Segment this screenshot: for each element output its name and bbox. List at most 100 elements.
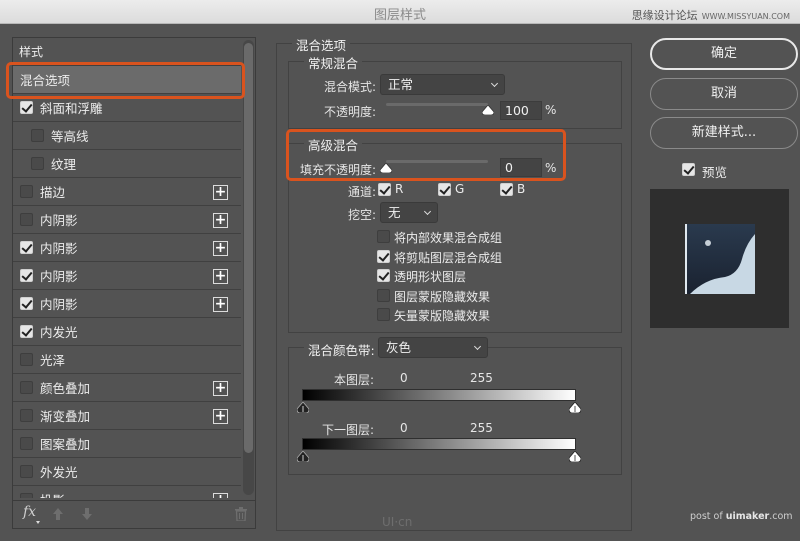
- opacity-label: 不透明度:: [323, 105, 376, 119]
- opacity-input[interactable]: 100: [500, 101, 542, 120]
- blend-mode-label: 混合模式:: [323, 80, 376, 94]
- add-effect-plus-icon[interactable]: +: [213, 297, 228, 312]
- knockout-select[interactable]: 无: [380, 202, 438, 223]
- style-item[interactable]: 图案叠加: [13, 430, 241, 458]
- style-item-checkbox[interactable]: [20, 101, 33, 114]
- underlying-layer-min: 0: [400, 421, 408, 435]
- fx-menu-button[interactable]: fx: [23, 504, 36, 520]
- style-item[interactable]: 外发光: [13, 458, 241, 486]
- style-item-label: 光泽: [40, 353, 66, 368]
- add-effect-plus-icon[interactable]: +: [213, 381, 228, 396]
- style-item[interactable]: 光泽: [13, 346, 241, 374]
- this-layer-min: 0: [400, 371, 408, 385]
- style-item-checkbox[interactable]: [20, 437, 33, 450]
- general-blending-title: 常规混合: [304, 53, 363, 72]
- style-item-checkbox[interactable]: [20, 493, 33, 498]
- blend-mode-value: 正常: [388, 77, 414, 92]
- this-layer-gradient: [302, 389, 576, 401]
- style-item[interactable]: 纹理: [13, 150, 241, 178]
- channel-r-checkbox[interactable]: [378, 183, 391, 196]
- add-effect-plus-icon[interactable]: +: [213, 241, 228, 256]
- underlying-white-slider[interactable]: [569, 451, 581, 462]
- style-item[interactable]: 内发光: [13, 318, 241, 346]
- channel-b-checkbox[interactable]: [500, 183, 513, 196]
- fill-opacity-slider-thumb[interactable]: [380, 163, 392, 173]
- styles-header-label: 样式: [19, 45, 44, 59]
- style-item-label: 描边: [40, 185, 66, 200]
- advanced-option-checkbox[interactable]: [377, 269, 390, 282]
- style-item-label: 纹理: [51, 157, 77, 172]
- ok-button[interactable]: 确定: [650, 38, 798, 70]
- advanced-option-checkbox[interactable]: [377, 308, 390, 321]
- this-layer-black-slider[interactable]: [297, 402, 309, 413]
- advanced-option-checkbox[interactable]: [377, 288, 390, 302]
- opacity-slider-track[interactable]: [386, 103, 488, 106]
- add-effect-plus-icon[interactable]: +: [213, 269, 228, 284]
- add-effect-plus-icon[interactable]: +: [213, 493, 228, 498]
- advanced-option-label: 将剪贴图层混合成组: [394, 250, 503, 265]
- add-effect-plus-icon[interactable]: +: [213, 409, 228, 424]
- style-item[interactable]: 渐变叠加 +: [13, 402, 241, 430]
- styles-scrollbar[interactable]: [243, 40, 254, 495]
- style-item-label: 内阴影: [40, 213, 78, 228]
- advanced-option-label: 图层蒙版隐藏效果: [394, 289, 491, 304]
- style-item-checkbox[interactable]: [20, 241, 33, 254]
- channel-label: R: [395, 182, 404, 196]
- style-item[interactable]: 内阴影 +: [13, 290, 241, 318]
- add-effect-plus-icon[interactable]: +: [213, 185, 228, 200]
- style-item-label: 内阴影: [40, 297, 78, 312]
- underlying-black-slider[interactable]: [297, 451, 309, 462]
- style-item-checkbox[interactable]: [20, 269, 33, 282]
- fill-opacity-slider-track[interactable]: [386, 160, 488, 163]
- opacity-slider-thumb[interactable]: [482, 105, 494, 115]
- scrollbar-thumb[interactable]: [244, 43, 253, 453]
- style-item-checkbox[interactable]: [20, 381, 33, 394]
- cancel-button[interactable]: 取消: [650, 78, 798, 110]
- style-item[interactable]: 描边 +: [13, 178, 241, 206]
- move-down-icon[interactable]: [82, 508, 92, 520]
- site-watermark: 思缘设计论坛 WWW.MISSYUAN.COM: [632, 7, 790, 23]
- site-watermark-url: WWW.MISSYUAN.COM: [701, 12, 790, 21]
- style-item-label: 内发光: [40, 325, 78, 340]
- style-item-checkbox[interactable]: [31, 157, 44, 170]
- style-item-checkbox[interactable]: [20, 353, 33, 366]
- this-layer-label: 本图层:: [333, 373, 374, 387]
- blend-if-label: 混合颜色带:: [304, 340, 379, 359]
- channel-g-checkbox[interactable]: [438, 183, 451, 196]
- style-item[interactable]: 投影 +: [13, 486, 241, 498]
- new-style-button[interactable]: 新建样式...: [650, 117, 798, 149]
- style-item[interactable]: 等高线: [13, 122, 241, 150]
- style-item-label: 内阴影: [40, 269, 78, 284]
- preview-checkbox[interactable]: [682, 163, 695, 176]
- style-item[interactable]: 斜面和浮雕: [13, 94, 241, 122]
- move-up-icon[interactable]: [53, 508, 63, 520]
- style-item[interactable]: 内阴影 +: [13, 206, 241, 234]
- style-item[interactable]: 内阴影 +: [13, 262, 241, 290]
- blend-mode-select[interactable]: 正常: [380, 74, 505, 95]
- style-item[interactable]: 混合选项: [13, 66, 241, 94]
- fill-opacity-input[interactable]: 0: [500, 158, 542, 177]
- advanced-option-checkbox[interactable]: [377, 230, 390, 243]
- style-item-checkbox[interactable]: [31, 129, 44, 142]
- style-item-checkbox[interactable]: [20, 185, 33, 198]
- style-item-checkbox[interactable]: [20, 465, 33, 478]
- add-effect-plus-icon[interactable]: +: [213, 213, 228, 228]
- style-item-label: 等高线: [51, 129, 89, 144]
- style-item-label: 颜色叠加: [40, 381, 91, 396]
- styles-panel: 样式 混合选项 斜面和浮雕 等高线 纹理 描边 + 内阴影 + 内阴影 + 内阴影 + 内阴影 + 内发光光…: [12, 37, 256, 529]
- advanced-option-checkbox[interactable]: [377, 249, 390, 263]
- knockout-value: 无: [388, 205, 401, 220]
- chevron-down-icon: [490, 79, 499, 88]
- this-layer-white-slider[interactable]: [569, 402, 581, 413]
- blend-if-select[interactable]: 灰色: [378, 337, 488, 358]
- trash-icon[interactable]: [235, 507, 247, 521]
- style-item[interactable]: 颜色叠加 +: [13, 374, 241, 402]
- chevron-down-icon: [423, 207, 432, 216]
- style-item-checkbox[interactable]: [20, 213, 33, 226]
- style-item-label: 投影: [40, 490, 65, 498]
- style-item-checkbox[interactable]: [20, 297, 33, 310]
- style-item-checkbox[interactable]: [20, 325, 33, 338]
- style-item-checkbox[interactable]: [20, 409, 33, 422]
- style-item[interactable]: 内阴影 +: [13, 234, 241, 262]
- advanced-option-label: 透明形状图层: [394, 270, 467, 284]
